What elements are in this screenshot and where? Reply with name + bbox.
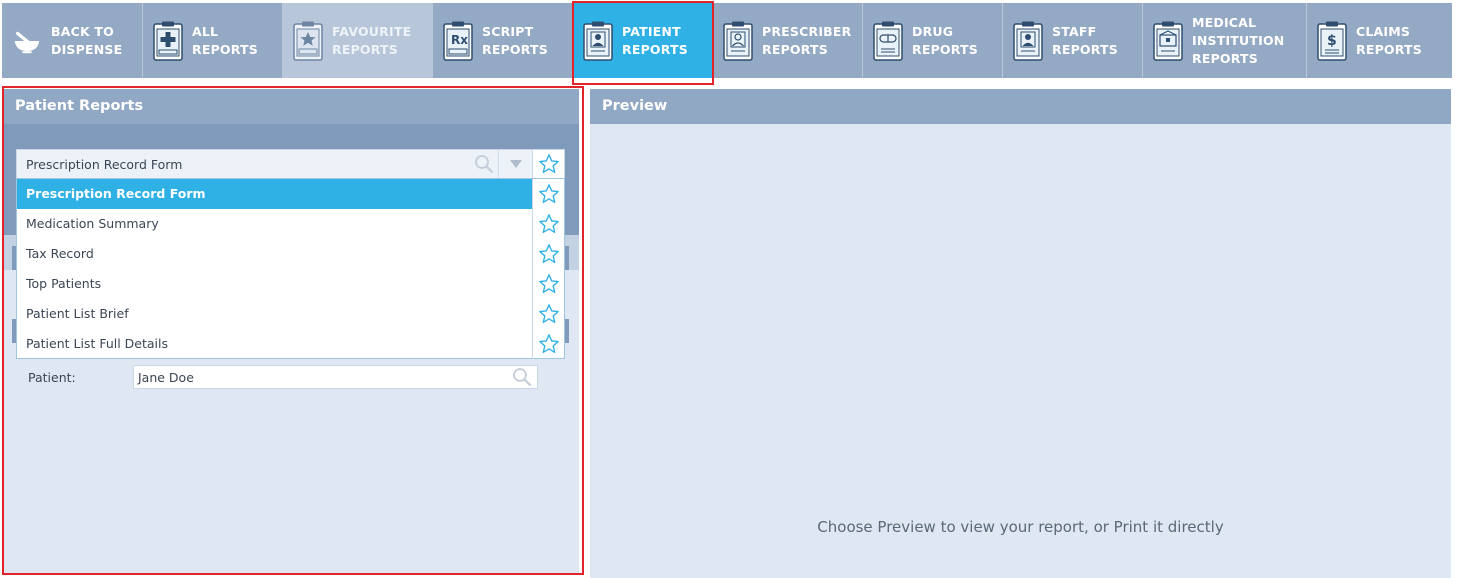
nav-back-to-dispense[interactable]: BACK TO DISPENSE	[2, 3, 143, 78]
dropdown-option-label[interactable]: Top Patients	[17, 269, 532, 299]
search-icon[interactable]	[507, 366, 537, 388]
clipboard-star-icon	[293, 21, 323, 61]
nav-label-line1: PRESCRIBER	[762, 23, 852, 39]
clipboard-rx-icon: Rx	[443, 21, 473, 61]
star-icon	[538, 154, 559, 174]
nav-label-line2: REPORTS	[622, 41, 688, 57]
dropdown-option[interactable]: Patient List Brief	[17, 299, 564, 329]
clipboard-drug-icon	[873, 21, 903, 61]
panel-title: Patient Reports	[4, 89, 579, 124]
star-icon[interactable]	[532, 299, 564, 329]
preview-title: Preview	[590, 89, 1451, 124]
nav-label-line1: BACK TO	[51, 23, 114, 39]
star-icon[interactable]	[532, 179, 564, 209]
nav-label-line2: REPORTS	[192, 41, 258, 57]
nav-label-line2: REPORTS	[1356, 41, 1422, 57]
nav-patient-reports[interactable]: PATIENT REPORTS	[573, 3, 713, 78]
nav-label-line1: STAFF	[1052, 23, 1097, 39]
reports-window: BACK TO DISPENSE ALL REPORTS FAVOURITE R…	[0, 0, 1460, 578]
nav-label-line2: REPORTS	[762, 41, 828, 57]
nav-label-line2: REPORTS	[482, 41, 548, 57]
patient-reports-panel: Patient Reports Prescription Record Form…	[4, 89, 579, 573]
nav-script-reports[interactable]: Rx SCRIPT REPORTS	[433, 3, 573, 78]
nav-label-line3: REPORTS	[1192, 50, 1258, 66]
dropdown-option-label[interactable]: Prescription Record Form	[17, 179, 532, 209]
nav-staff-reports[interactable]: STAFF REPORTS	[1003, 3, 1143, 78]
favourite-star-button[interactable]	[532, 150, 564, 178]
reports-nav-bar: BACK TO DISPENSE ALL REPORTS FAVOURITE R…	[2, 3, 1452, 78]
dropdown-option[interactable]: Tax Record	[17, 239, 564, 269]
report-dropdown-list: Prescription Record Form Medication Summ…	[16, 178, 565, 359]
nav-medical-institution-reports[interactable]: MEDICAL INSTITUTION REPORTS	[1143, 3, 1307, 78]
nav-drug-reports[interactable]: DRUG REPORTS	[863, 3, 1003, 78]
star-icon[interactable]	[532, 209, 564, 239]
clipboard-prescriber-icon	[723, 21, 753, 61]
star-icon[interactable]	[532, 239, 564, 269]
nav-label-line1: DRUG	[912, 23, 954, 39]
nav-label-line1: MEDICAL	[1192, 14, 1257, 30]
patient-input[interactable]: Jane Doe	[133, 365, 538, 389]
chevron-down-icon	[509, 160, 522, 168]
section-header-edge	[565, 319, 569, 343]
nav-label-line1: PATIENT	[622, 23, 681, 39]
nav-label-line2: REPORTS	[912, 41, 978, 57]
dropdown-option-label[interactable]: Medication Summary	[17, 209, 532, 239]
nav-prescriber-reports[interactable]: PRESCRIBER REPORTS	[713, 3, 863, 78]
clipboard-dollar-icon: $	[1317, 21, 1347, 61]
preview-empty-message: Choose Preview to view your report, or P…	[817, 518, 1224, 536]
dropdown-option-label[interactable]: Tax Record	[17, 239, 532, 269]
nav-label-line2: REPORTS	[1052, 41, 1118, 57]
patient-label: Patient:	[28, 369, 76, 385]
svg-text:$: $	[1327, 33, 1337, 49]
nav-label-line1: SCRIPT	[482, 23, 534, 39]
section-header-edge	[565, 246, 569, 270]
svg-text:Rx: Rx	[451, 33, 468, 47]
patient-value[interactable]: Jane Doe	[134, 370, 507, 385]
clipboard-institution-icon	[1153, 21, 1183, 61]
clipboard-medical-cross-icon	[153, 21, 183, 61]
dropdown-option[interactable]: Medication Summary	[17, 209, 564, 239]
clipboard-staff-icon	[1013, 21, 1043, 61]
nav-claims-reports[interactable]: $ CLAIMS REPORTS	[1307, 3, 1452, 78]
nav-label-line1: ALL	[192, 23, 219, 39]
clipboard-patient-icon	[583, 21, 613, 61]
dropdown-option-label[interactable]: Patient List Brief	[17, 299, 532, 329]
report-select-value: Prescription Record Form	[26, 156, 183, 172]
dropdown-option-label[interactable]: Patient List Full Details	[17, 329, 532, 359]
dropdown-option[interactable]: Patient List Full Details	[17, 329, 564, 359]
star-icon[interactable]	[532, 269, 564, 299]
nav-label-line1: FAVOURITE	[332, 23, 412, 39]
dropdown-option[interactable]: Prescription Record Form	[17, 179, 564, 209]
nav-label-line2: INSTITUTION	[1192, 32, 1285, 48]
star-icon[interactable]	[532, 329, 564, 359]
nav-favourite-reports[interactable]: FAVOURITE REPORTS	[283, 3, 433, 78]
nav-all-reports[interactable]: ALL REPORTS	[143, 3, 283, 78]
search-icon[interactable]	[470, 150, 498, 178]
nav-label-line2: DISPENSE	[51, 41, 123, 57]
nav-label-line1: CLAIMS	[1356, 23, 1411, 39]
nav-label-line2: REPORTS	[332, 41, 398, 57]
preview-panel: Preview Choose Preview to view your repo…	[590, 89, 1451, 578]
report-select-combobox[interactable]: Prescription Record Form	[16, 149, 565, 179]
dropdown-toggle-button[interactable]	[498, 150, 532, 178]
dropdown-option[interactable]: Top Patients	[17, 269, 564, 299]
patient-field-row: Patient: Jane Doe	[28, 365, 538, 389]
mortar-pestle-icon	[12, 21, 42, 61]
